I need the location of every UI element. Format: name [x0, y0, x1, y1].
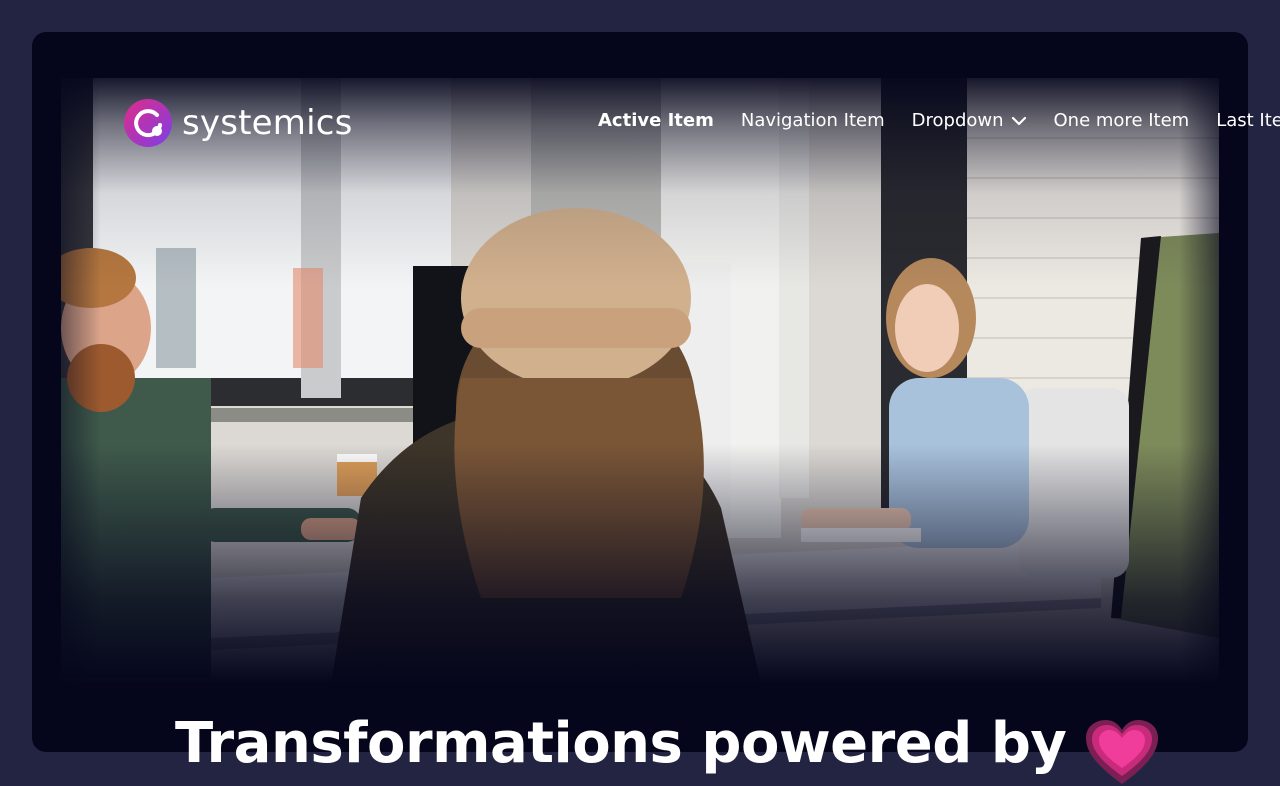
top-navigation: systemics Active Item Navigation Item Dr…: [0, 90, 1280, 156]
hero-left-fade: [61, 78, 101, 684]
chevron-down-icon: [1011, 116, 1026, 125]
hero-headline: Transformations powered by: [175, 710, 1160, 786]
nav-item-navigation[interactable]: Navigation Item: [741, 110, 885, 131]
ring-logo-icon: [124, 99, 172, 147]
nav-item-active[interactable]: Active Item: [598, 110, 714, 131]
main-menu: Active Item Navigation Item Dropdown One…: [598, 110, 1280, 131]
hero-right-fade: [1179, 78, 1219, 684]
hero-bottom-fade: [61, 444, 1219, 684]
hero-image: [61, 78, 1219, 684]
nav-item-dropdown[interactable]: Dropdown: [912, 110, 1028, 131]
brand-name: systemics: [182, 103, 353, 143]
nav-item-last[interactable]: Last Item: [1216, 110, 1280, 131]
brand-logo-link[interactable]: systemics: [124, 98, 353, 148]
nav-item-dropdown-label: Dropdown: [911, 110, 1004, 131]
heart-icon: [1086, 719, 1159, 784]
hero-headline-text: Transformations powered by: [175, 710, 1067, 776]
nav-item-one-more[interactable]: One more Item: [1054, 110, 1190, 131]
